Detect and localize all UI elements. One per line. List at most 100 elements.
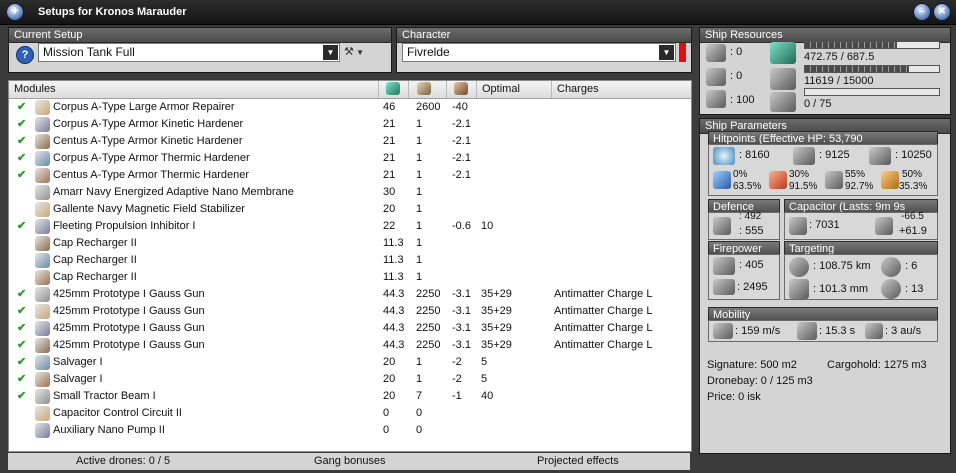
module-row[interactable]: ✔ 425mm Prototype I Gauss Gun 44.3 2250 -3.1… [9, 303, 691, 320]
column-charges[interactable]: Charges [552, 81, 691, 98]
module-name: Gallente Navy Magnetic Field Stabilizer [53, 203, 245, 215]
mobility-header: Mobility [708, 307, 938, 321]
module-row[interactable]: ✔ 425mm Prototype I Gauss Gun 44.3 2250 -3.1… [9, 337, 691, 354]
module-row[interactable]: ✔ Salvager I 20 1 -2 5 [9, 371, 691, 388]
explosive-resist-bottom: 35.3% [899, 181, 928, 192]
module-active-checkbox[interactable]: ✔ [17, 99, 26, 116]
module-active-checkbox[interactable]: ✔ [17, 133, 26, 150]
module-powergrid: 1 [416, 373, 423, 385]
module-capacitor: -2.1 [452, 118, 471, 130]
defence-bottom-value: : 555 [739, 225, 764, 237]
mobility-panel: : 159 m/s : 15.3 s : 3 au/s [708, 320, 938, 342]
module-row[interactable]: ✔ Corpus A-Type Armor Thermic Hardener 21 1… [9, 150, 691, 167]
hitpoints-panel: : 8160 : 9125 : 10250 0% 63.5% 30% 91.5%… [708, 144, 938, 196]
defence-icon [713, 217, 731, 235]
active-drones-button[interactable]: Active drones: 0 / 5 [76, 455, 170, 467]
kinetic-resist-bottom: 92.7% [845, 181, 874, 192]
chevron-down-icon[interactable]: ▼ [323, 45, 338, 60]
module-active-checkbox[interactable]: ✔ [17, 320, 26, 337]
setup-select[interactable]: Mission Tank Full ▼ [38, 43, 340, 62]
module-row[interactable]: Cap Recharger II 11.3 1 [9, 269, 691, 286]
module-name: Cap Recharger II [53, 254, 137, 266]
module-row[interactable]: Capacitor Control Circuit II 0 0 [9, 405, 691, 422]
minimize-button[interactable]: – [913, 3, 931, 21]
character-select[interactable]: Fivrelde ▼ [402, 43, 676, 62]
module-cpu: 44.3 [383, 322, 405, 334]
module-row[interactable]: ✔ Salvager I 20 1 -2 5 [9, 354, 691, 371]
module-icon [35, 151, 50, 166]
module-active-checkbox[interactable]: ✔ [17, 388, 26, 405]
module-name: 425mm Prototype I Gauss Gun [53, 288, 205, 300]
module-row[interactable]: Cap Recharger II 11.3 1 [9, 252, 691, 269]
module-active-checkbox[interactable]: ✔ [17, 354, 26, 371]
capacitor-amount-value: : 7031 [809, 219, 840, 231]
module-row[interactable]: Cap Recharger II 11.3 1 [9, 235, 691, 252]
module-capacitor: -3.1 [452, 339, 471, 351]
module-optimal: 5 [481, 356, 488, 368]
module-active-checkbox[interactable]: ✔ [17, 150, 26, 167]
module-cpu: 11.3 [383, 237, 404, 249]
close-button[interactable]: ✕ [933, 3, 951, 21]
column-cpu[interactable] [379, 81, 409, 98]
module-row[interactable]: ✔ 425mm Prototype I Gauss Gun 44.3 2250 -3.1… [9, 286, 691, 303]
module-capacitor: -2.1 [452, 135, 471, 147]
module-active-checkbox[interactable]: ✔ [17, 218, 26, 235]
gang-bonuses-button[interactable]: Gang bonuses [314, 455, 386, 467]
column-modules[interactable]: Modules [9, 81, 379, 98]
character-panel: Character Fivrelde ▼ [396, 27, 692, 73]
help-icon[interactable]: ? [16, 46, 34, 64]
module-name: 425mm Prototype I Gauss Gun [53, 322, 205, 334]
module-active-checkbox[interactable]: ✔ [17, 303, 26, 320]
current-setup-panel: Current Setup ? Mission Tank Full ▼ ⚒ ▼ [8, 27, 392, 73]
module-row[interactable]: ✔ Centus A-Type Armor Thermic Hardener 21 1… [9, 167, 691, 184]
module-row[interactable]: ✔ Corpus A-Type Armor Kinetic Hardener 21 1… [9, 116, 691, 133]
app-menu-icon[interactable]: ✈ [6, 3, 24, 21]
setup-actions-button[interactable]: ⚒ ▼ [344, 45, 370, 61]
scan-resolution-value: : 101.3 mm [813, 283, 869, 295]
module-icon [35, 100, 50, 115]
module-active-checkbox[interactable]: ✔ [17, 116, 26, 133]
thermal-resist-icon [769, 171, 787, 189]
column-optimal[interactable]: Optimal [477, 81, 552, 98]
module-row[interactable]: ✔ Centus A-Type Armor Kinetic Hardener 21 1… [9, 133, 691, 150]
status-bar: Active drones: 0 / 5 Gang bonuses Projec… [8, 453, 690, 470]
chevron-down-icon[interactable]: ▼ [659, 45, 674, 60]
launcher-hardpoints-value: : 0 [730, 70, 743, 82]
scan-resolution-icon [789, 279, 809, 299]
module-icon [35, 202, 50, 217]
firepower-header: Firepower [708, 241, 780, 255]
module-name: Corpus A-Type Armor Thermic Hardener [53, 152, 250, 164]
module-charge: Antimatter Charge L [554, 288, 653, 300]
column-capacitor[interactable] [447, 81, 477, 98]
module-row[interactable]: ✔ Small Tractor Beam I 20 7 -1 40 [9, 388, 691, 405]
module-cpu: 21 [383, 118, 396, 130]
module-powergrid: 1 [416, 169, 423, 181]
module-row[interactable]: Gallente Navy Magnetic Field Stabilizer 2… [9, 201, 691, 218]
module-cpu: 0 [383, 407, 390, 419]
module-name: Cap Recharger II [53, 271, 137, 283]
module-active-checkbox[interactable]: ✔ [17, 337, 26, 354]
module-row[interactable]: Amarr Navy Energized Adaptive Nano Membr… [9, 184, 691, 201]
sensor-strength-value: : 13 [905, 283, 924, 295]
module-capacitor: -2 [452, 356, 462, 368]
module-icon [35, 168, 50, 183]
module-active-checkbox[interactable]: ✔ [17, 371, 26, 388]
module-active-checkbox[interactable]: ✔ [17, 286, 26, 303]
modules-table[interactable]: Modules Optimal Charges ✔ Corpus A-Type L… [8, 80, 692, 452]
drone-bandwidth-value: 0 / 75 [804, 98, 832, 110]
module-name: Amarr Navy Energized Adaptive Nano Membr… [53, 186, 294, 198]
module-powergrid: 0 [416, 407, 423, 419]
module-row[interactable]: Auxiliary Nano Pump II 0 0 [9, 422, 691, 439]
module-icon [35, 185, 50, 200]
module-optimal: 40 [481, 390, 494, 402]
module-powergrid: 1 [416, 152, 423, 164]
module-active-checkbox[interactable]: ✔ [17, 167, 26, 184]
signature-value: Signature: 500 m2 [707, 359, 797, 371]
module-icon [35, 321, 50, 336]
module-row[interactable]: ✔ 425mm Prototype I Gauss Gun 44.3 2250 -3.1… [9, 320, 691, 337]
projected-effects-button[interactable]: Projected effects [537, 455, 619, 467]
module-row[interactable]: ✔ Fleeting Propulsion Inhibitor I 22 1 -0.6 1… [9, 218, 691, 235]
module-row[interactable]: ✔ Corpus A-Type Large Armor Repairer 46 260… [9, 99, 691, 116]
module-charge: Antimatter Charge L [554, 339, 653, 351]
column-powergrid[interactable] [409, 81, 447, 98]
